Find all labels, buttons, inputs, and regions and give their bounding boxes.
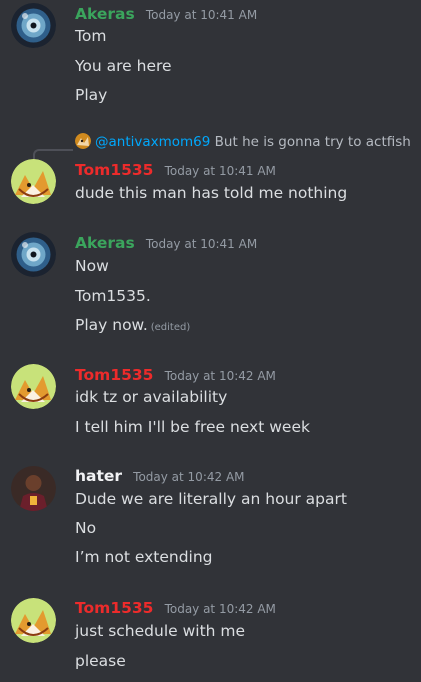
fox-mini-avatar-icon (75, 133, 91, 149)
message-text: idk tz or availability (75, 388, 228, 406)
planet-avatar-icon (11, 3, 56, 48)
timestamp: Today at 10:42 AM (164, 602, 276, 616)
message-text: Now (75, 257, 109, 275)
avatar[interactable] (11, 466, 56, 511)
username[interactable]: Tom1535 (75, 161, 153, 179)
chat-message-list[interactable]: Akeras Today at 10:41 AM Tom You are her… (0, 0, 421, 682)
fox-avatar-icon (11, 598, 56, 643)
fox-avatar-icon (11, 364, 56, 409)
message-group: hater Today at 10:42 AM Dude we are lite… (0, 462, 421, 577)
message-text: just schedule with me (75, 622, 246, 640)
message-text: Play (75, 86, 108, 104)
timestamp: Today at 10:41 AM (145, 8, 258, 22)
message-text: You are here (75, 57, 172, 75)
message-text: I’m not extending (75, 548, 213, 566)
message-text: Play now. (edited) (75, 316, 190, 334)
message-text: please (75, 652, 126, 670)
timestamp: Today at 10:41 AM (164, 164, 276, 178)
avatar[interactable] (11, 598, 56, 643)
timestamp: Today at 10:42 AM (133, 470, 245, 484)
message-group: Tom1535 Today at 10:42 AM idk tz or avai… (0, 360, 421, 450)
message-text: dude this man has told me nothing (75, 184, 348, 202)
message-text-content: Play now. (75, 316, 148, 334)
message-text: Dude we are literally an hour apart (75, 490, 347, 508)
message-text: Tom1535. (75, 287, 151, 305)
message-group: Akeras Today at 10:41 AM Now Tom1535. Pl… (0, 228, 421, 343)
timestamp: Today at 10:41 AM (145, 237, 258, 251)
message-text: No (75, 519, 97, 537)
reply-preview[interactable]: @antivaxmom69 But he is gonna try to act… (75, 133, 411, 150)
player-avatar-icon (11, 466, 56, 511)
username[interactable]: hater (75, 467, 122, 485)
message-group: Tom1535 Today at 10:42 AM just schedule … (0, 594, 421, 682)
avatar[interactable] (11, 232, 56, 277)
timestamp: Today at 10:42 AM (164, 369, 276, 383)
edited-label: (edited) (150, 322, 191, 333)
planet-avatar-icon (11, 232, 56, 277)
username[interactable]: Tom1535 (75, 366, 153, 384)
message-text: I tell him I'll be free next week (75, 418, 310, 436)
username[interactable]: Tom1535 (75, 599, 153, 617)
avatar[interactable] (11, 364, 56, 409)
fox-avatar-icon (11, 159, 56, 204)
reply-mention[interactable]: @antivaxmom69 (95, 134, 210, 150)
username[interactable]: Akeras (75, 5, 135, 23)
message-text: Tom (75, 27, 107, 45)
username[interactable]: Akeras (75, 234, 135, 252)
reply-avatar[interactable] (75, 133, 91, 149)
message-group: Akeras Today at 10:41 AM Tom You are her… (0, 0, 421, 115)
avatar[interactable] (11, 159, 56, 204)
message-group: Tom1535 Today at 10:41 AM dude this man … (0, 155, 421, 215)
avatar[interactable] (11, 3, 56, 48)
reply-text: But he is gonna try to actfish (214, 134, 411, 150)
